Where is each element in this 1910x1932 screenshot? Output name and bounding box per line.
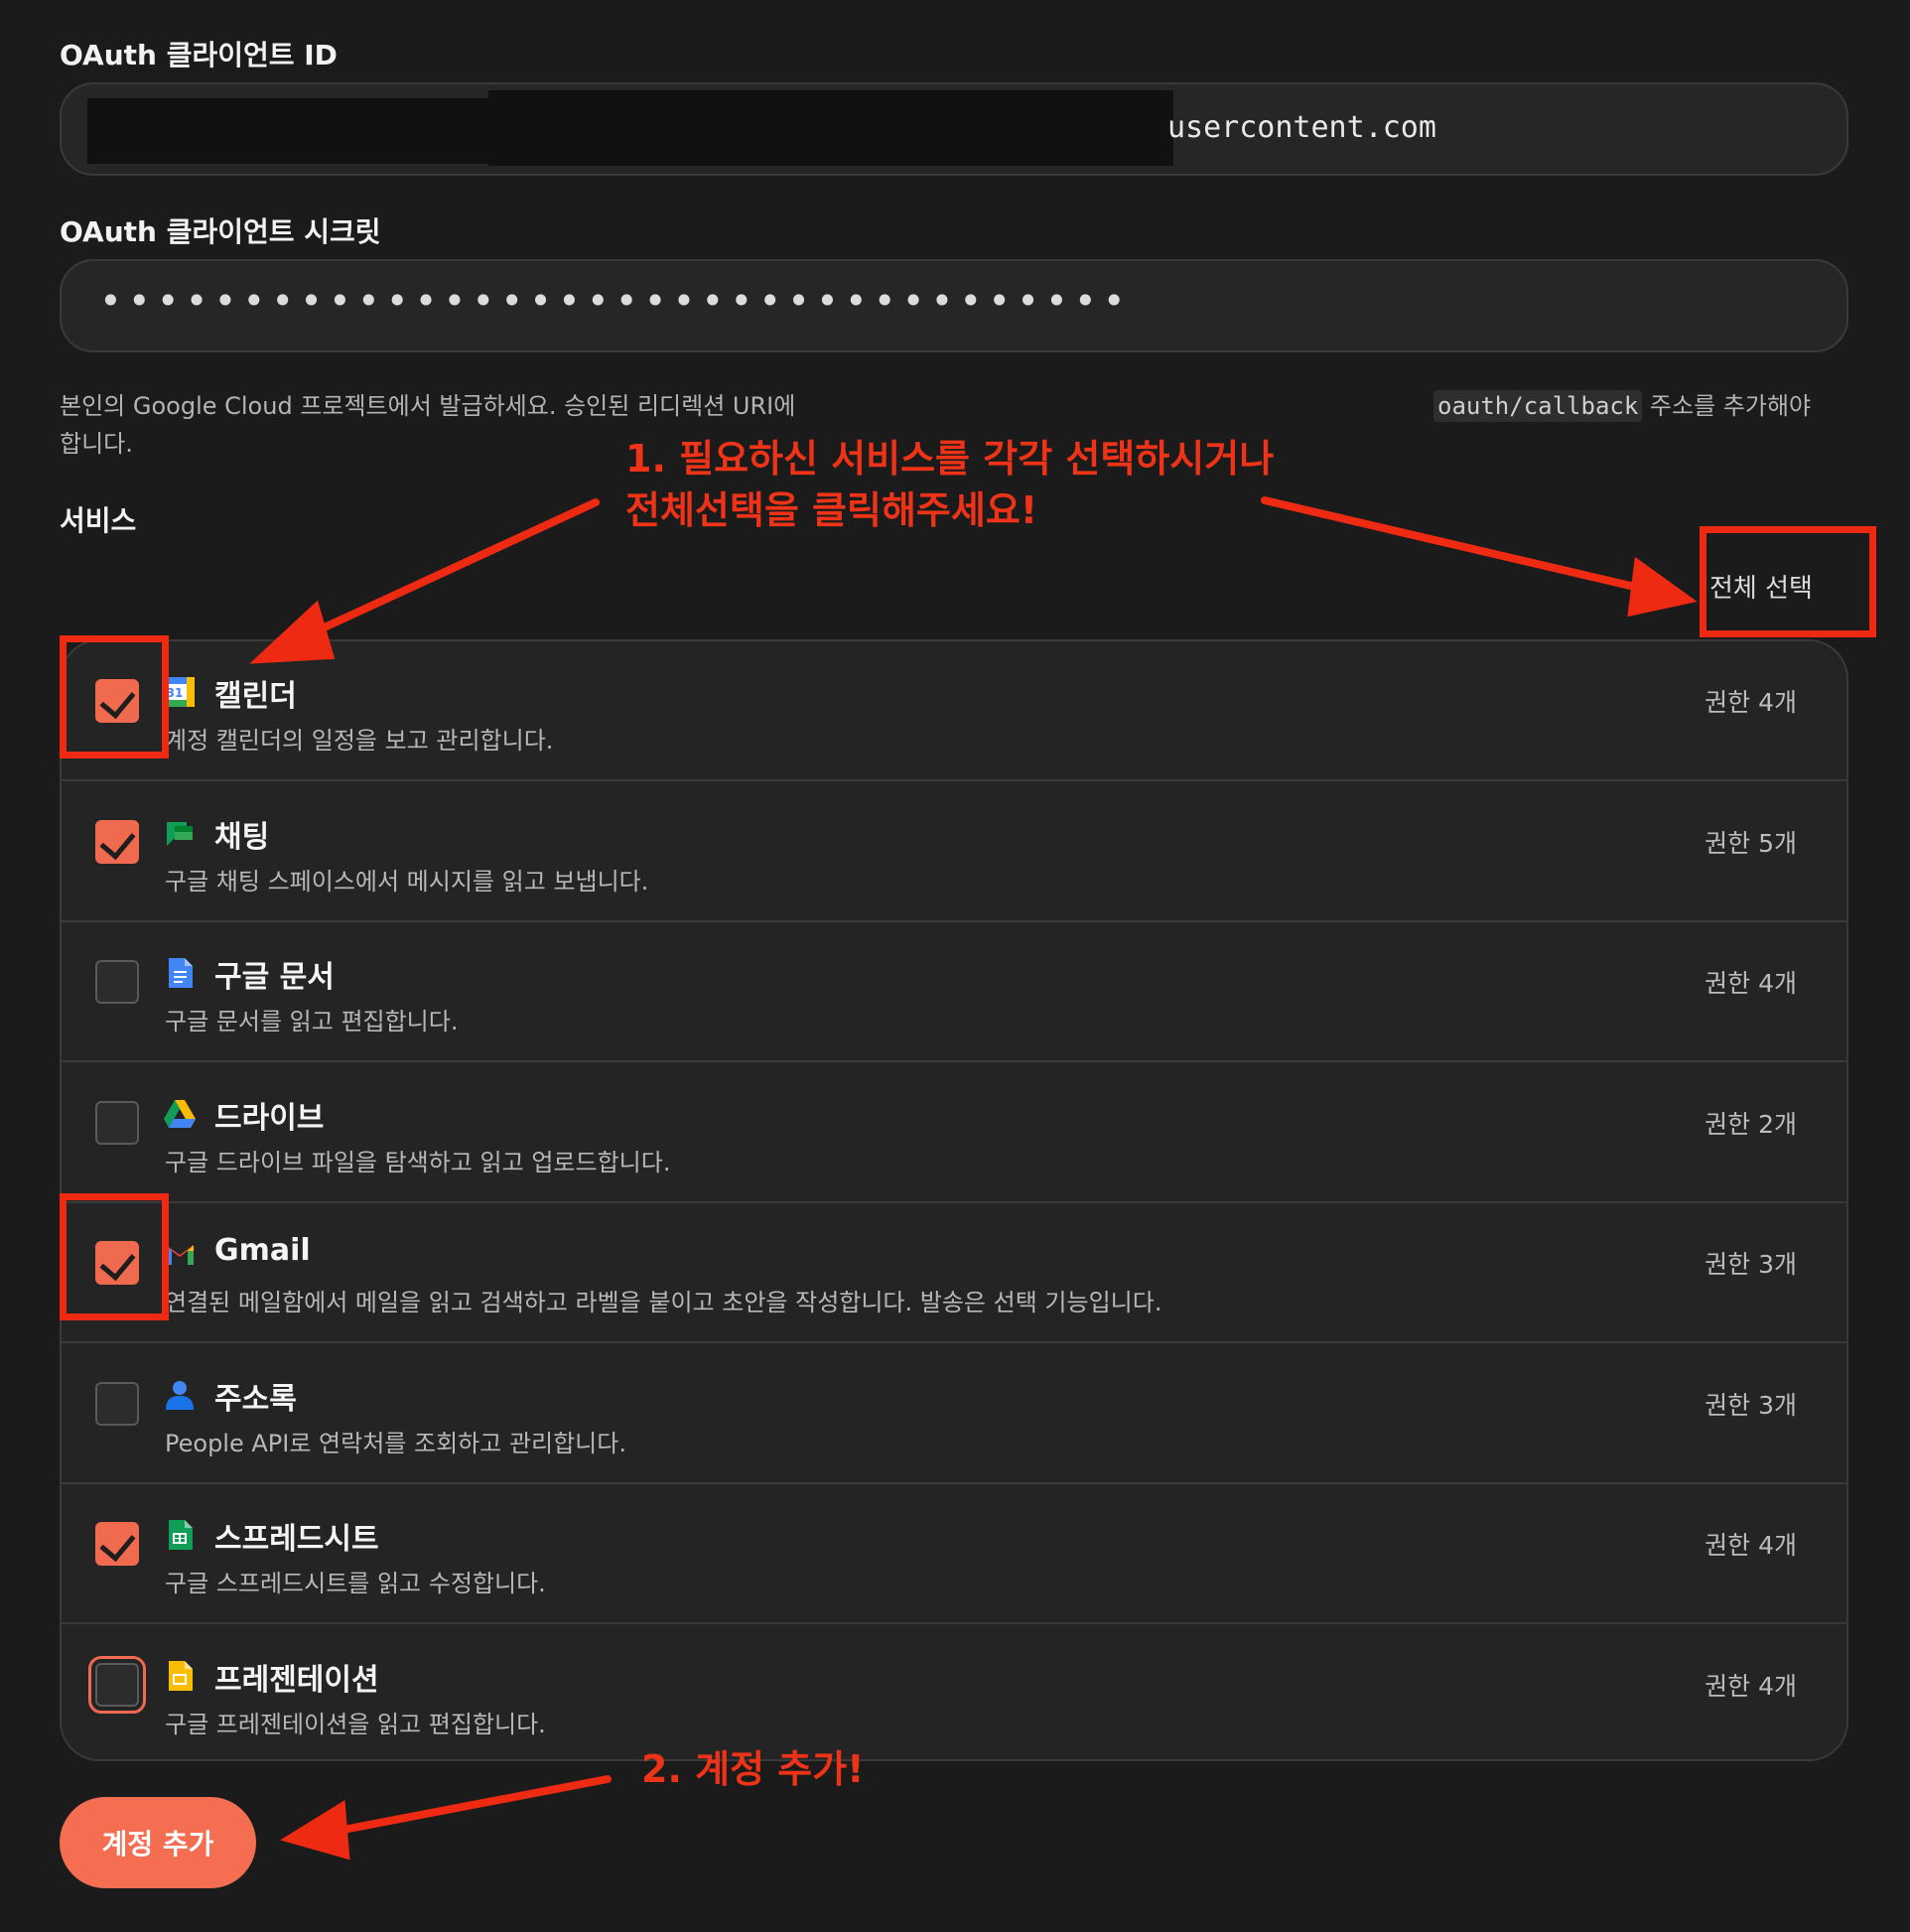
service-description: People API로 연락처를 조회하고 관리합니다.: [165, 1429, 626, 1457]
service-checkbox[interactable]: [95, 1522, 139, 1566]
svg-text:31: 31: [167, 686, 184, 700]
service-checkbox[interactable]: [95, 1100, 139, 1145]
add-account-button[interactable]: 계정 추가: [60, 1797, 256, 1888]
service-description: 구글 드라이브 파일을 탐색하고 읽고 업로드합니다.: [165, 1148, 671, 1176]
service-checkbox[interactable]: [88, 1655, 146, 1714]
arrow-to-select-all: [1261, 496, 1660, 596]
slides-icon: [163, 1659, 197, 1693]
service-name: 드라이브: [214, 1100, 325, 1136]
service-checkbox[interactable]: [95, 960, 139, 1004]
client-secret-input[interactable]: ••••••••••••••••••••••••••••••••••••: [60, 259, 1848, 352]
service-name: 구글 문서: [214, 960, 335, 995]
redacted-block: [488, 90, 1173, 166]
service-row[interactable]: 31 캘린더계정 캘린더의 일정을 보고 관리합니다. 권한 4개: [62, 641, 1846, 781]
docs-icon: [163, 956, 197, 990]
service-description: 계정 캘린더의 일정을 보고 관리합니다.: [165, 727, 554, 755]
client-id-value: usercontent.com: [1167, 110, 1436, 145]
service-permission-count: 권한 4개: [1705, 1671, 1797, 1701]
service-list: 31 캘린더 계정 캘린더의 일정을 보고 관리합니다. 권한 4개 채팅 구글 채팅 스…: [60, 639, 1848, 1761]
service-row[interactable]: 드라이브구글 드라이브 파일을 탐색하고 읽고 업로드합니다. 권한 2개: [62, 1063, 1846, 1203]
annotation-step1-line2: 전체선택을 클릭해주세요!: [625, 488, 1038, 532]
service-description: 구글 채팅 스페이스에서 메시지를 읽고 보냅니다.: [165, 867, 649, 896]
service-checkbox[interactable]: [95, 819, 139, 864]
service-checkbox[interactable]: [95, 1381, 139, 1426]
client-id-label: OAuth 클라이언트 ID: [60, 39, 338, 71]
redirect-uri-code: oauth/callback: [1433, 390, 1643, 422]
service-description: 구글 프레젠테이션을 읽고 편집합니다.: [165, 1710, 546, 1738]
drive-icon: [163, 1097, 197, 1131]
sheets-icon: [163, 1518, 197, 1552]
client-id-input[interactable]: usercontent.com: [60, 82, 1848, 176]
service-permission-count: 권한 5개: [1705, 828, 1797, 858]
service-permission-count: 권한 4개: [1705, 1531, 1797, 1560]
arrow-head: [280, 1800, 350, 1861]
arrow-head: [1627, 556, 1698, 618]
annotation-box-gmail-checkbox: [60, 1193, 169, 1320]
help-text-line1: 본인의 Google Cloud 프로젝트에서 발급하세요. 승인된 리디렉션 …: [60, 392, 796, 420]
annotation-box-calendar-checkbox: [60, 635, 169, 759]
client-secret-masked-value: ••••••••••••••••••••••••••••••••••••: [99, 279, 1132, 323]
service-name: 주소록: [214, 1381, 297, 1417]
services-heading: 서비스: [60, 504, 137, 537]
service-description: 연결된 메일함에서 메일을 읽고 검색하고 라벨을 붙이고 초안을 작성합니다.…: [165, 1289, 1162, 1316]
service-row[interactable]: Gmail 연결된 메일함에서 메일을 읽고 검색하고 라벨을 붙이고 초안을 작…: [62, 1203, 1846, 1343]
contacts-icon: [163, 1378, 197, 1412]
arrow-to-add-account: [324, 1775, 612, 1837]
service-description: 구글 스프레드시트를 읽고 수정합니다.: [165, 1570, 546, 1597]
service-row[interactable]: 프레젠테이션구글 프레젠테이션을 읽고 편집합니다. 권한 4개: [62, 1625, 1846, 1760]
service-permission-count: 권한 4개: [1705, 969, 1797, 998]
service-name: 프레젠테이션: [214, 1662, 379, 1698]
service-row[interactable]: 구글 문서구글 문서를 읽고 편집합니다. 권한 4개: [62, 922, 1846, 1062]
oauth-settings-page: OAuth 클라이언트 ID usercontent.com OAuth 클라이…: [0, 0, 1910, 1932]
annotation-box-select-all: [1700, 526, 1876, 637]
service-name: 스프레드시트: [214, 1522, 379, 1557]
chat-icon: [163, 816, 197, 850]
service-permission-count: 권한 2개: [1705, 1109, 1797, 1139]
service-permission-count: 권한 3개: [1705, 1390, 1797, 1420]
service-name: Gmail: [214, 1233, 311, 1268]
service-row[interactable]: 스프레드시트구글 스프레드시트를 읽고 수정합니다. 권한 4개: [62, 1484, 1846, 1624]
annotation-step1-line1: 1. 필요하신 서비스를 각각 선택하시거나: [625, 437, 1275, 481]
service-name: 채팅: [214, 819, 270, 855]
annotation-step2: 2. 계정 추가!: [641, 1747, 865, 1791]
service-permission-count: 권한 4개: [1705, 688, 1797, 717]
client-secret-label: OAuth 클라이언트 시크릿: [60, 215, 381, 248]
arrow-to-calendar: [286, 498, 600, 647]
service-permission-count: 권한 3개: [1705, 1250, 1797, 1279]
help-text-line2: 합니다.: [60, 430, 133, 458]
service-row[interactable]: 채팅구글 채팅 스페이스에서 메시지를 읽고 보냅니다. 권한 5개: [62, 782, 1846, 922]
service-description: 구글 문서를 읽고 편집합니다.: [165, 1008, 459, 1035]
service-row[interactable]: 주소록 People API로 연락처를 조회하고 관리합니다. 권한 3개: [62, 1344, 1846, 1484]
service-name: 캘린더: [214, 679, 297, 714]
help-text-line1-end: 주소를 추가해야: [1642, 392, 1812, 420]
